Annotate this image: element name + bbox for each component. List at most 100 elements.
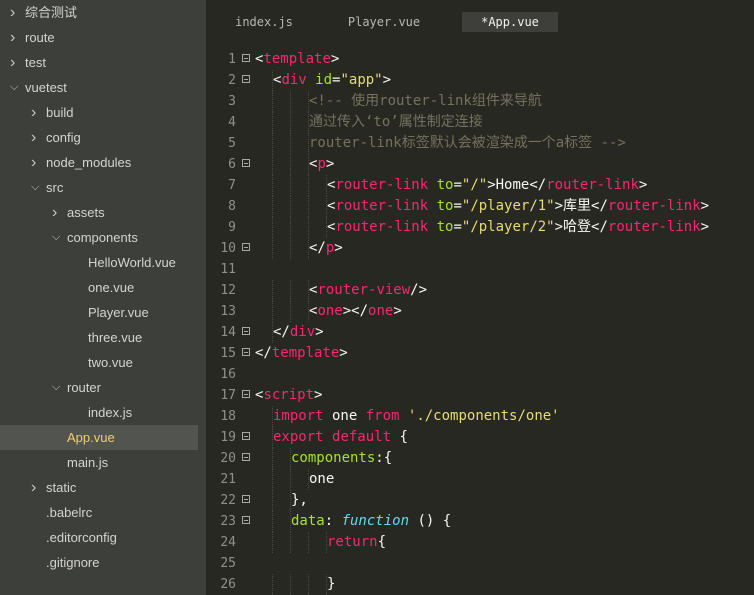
tree-file[interactable]: three.vue [0, 325, 198, 350]
code-line: 15 </template> [206, 343, 754, 364]
tree-folder[interactable]: › build [0, 100, 198, 125]
tree-file[interactable]: index.js [0, 400, 198, 425]
code-token: </ [591, 198, 608, 214]
line-number: 24 [220, 535, 236, 550]
chevron-right-icon[interactable]: › [31, 150, 41, 175]
indent-guide [290, 217, 291, 238]
tree-folder[interactable]: › node_modules [0, 150, 198, 175]
chevron-right-icon[interactable]: › [31, 475, 41, 500]
chevron-right-icon[interactable]: › [52, 200, 62, 225]
indent-guide [308, 196, 309, 217]
code-token: > [638, 177, 648, 193]
line-number: 12 [220, 283, 236, 298]
tab-appvue[interactable]: *App.vue [462, 12, 558, 32]
code-content: <router-view/> [309, 280, 427, 301]
fold-toggle-icon[interactable] [242, 159, 250, 167]
sidebar-scrollbar[interactable] [198, 0, 206, 595]
fold-toggle-icon[interactable] [242, 495, 250, 503]
code-token: () { [409, 513, 452, 529]
fold-toggle-icon[interactable] [242, 516, 250, 524]
code-token: id [315, 72, 333, 88]
fold-toggle-icon[interactable] [242, 453, 250, 461]
fold-toggle-icon[interactable] [242, 75, 250, 83]
code-editor[interactable]: 1 <template> 2 <div id="app"> 3 <!-- 使用router… [206, 40, 754, 595]
chevron-right-icon[interactable]: › [31, 100, 41, 125]
code-line: 11 [206, 259, 754, 280]
chevron-down-icon[interactable]: ⌵ [52, 375, 62, 400]
editor-window: › 综合测试 › route › test ⌵ vuetest › build › config › no… [0, 0, 754, 595]
indent-guide [290, 301, 291, 322]
tree-file[interactable]: .editorconfig [0, 525, 198, 550]
tab-indexjs[interactable]: index.js [222, 12, 306, 32]
tree-file[interactable]: two.vue [0, 350, 198, 375]
file-tree-sidebar: › 综合测试 › route › test ⌵ vuetest › build › config › no… [0, 0, 206, 595]
code-token: one [368, 303, 394, 319]
fold-toggle-icon[interactable] [242, 243, 250, 251]
tree-folder[interactable]: ⌵ vuetest [0, 75, 198, 100]
indent-guide [308, 574, 309, 595]
code-token: router-link [335, 198, 429, 214]
tree-folder[interactable]: ⌵ components [0, 225, 198, 250]
code-line: 22}, [206, 490, 754, 511]
chevron-down-icon[interactable]: ⌵ [10, 75, 20, 100]
tree-file[interactable]: one.vue [0, 275, 198, 300]
code-line: 5 router-link标签默认会被渲染成一个a标签 --> [206, 133, 754, 154]
chevron-right-icon[interactable]: › [10, 50, 20, 75]
indent-guide [272, 448, 273, 469]
code-line: 13 <one></one> [206, 301, 754, 322]
tree-file[interactable]: .babelrc [0, 500, 198, 525]
tree-folder[interactable]: › test [0, 50, 198, 75]
tree-folder[interactable]: ⌵ src [0, 175, 198, 200]
code-token: template [271, 345, 340, 361]
tree-folder[interactable]: › config [0, 125, 198, 150]
tree-item-label: index.js [88, 405, 133, 420]
tree-folder[interactable]: › 综合测试 [0, 0, 198, 25]
chevron-right-icon[interactable]: › [10, 0, 20, 25]
code-token: } [327, 576, 336, 592]
fold-toggle-icon[interactable] [242, 390, 250, 398]
chevron-right-icon[interactable]: › [10, 25, 20, 50]
code-line: 21 one [206, 469, 754, 490]
tree-item-label: .babelrc [46, 505, 93, 520]
tree-item-label: assets [67, 205, 105, 220]
code-token: { [391, 429, 408, 445]
code-token: = [453, 177, 462, 193]
line-number: 26 [220, 577, 236, 592]
code-content: <script> [255, 385, 322, 406]
tab-playervue[interactable]: Player.vue [336, 12, 432, 32]
indent-guide [290, 532, 291, 553]
code-token: </ [255, 345, 272, 361]
fold-toggle-icon[interactable] [242, 432, 250, 440]
fold-toggle-icon[interactable] [242, 54, 250, 62]
chevron-right-icon[interactable]: › [31, 125, 41, 150]
tree-file[interactable]: main.js [0, 450, 198, 475]
code-token: /> [410, 282, 428, 298]
indent-guide [308, 532, 309, 553]
line-number: 9 [228, 220, 236, 235]
tree-folder[interactable]: › route [0, 25, 198, 50]
code-token: to [436, 219, 454, 235]
fold-toggle-icon[interactable] [242, 327, 250, 335]
indent-guide [290, 112, 291, 133]
code-token: router-link [607, 198, 701, 214]
fold-toggle-icon[interactable] [242, 348, 250, 356]
tree-folder[interactable]: › static [0, 475, 198, 500]
code-token: > [325, 156, 335, 172]
tree-file[interactable]: .gitignore [0, 550, 198, 575]
line-number: 8 [228, 199, 236, 214]
code-token: export [273, 429, 324, 445]
tree-folder[interactable]: ⌵ router [0, 375, 198, 400]
tree-file[interactable]: HelloWorld.vue [0, 250, 198, 275]
indent-guide [290, 196, 291, 217]
indent-guide [290, 154, 291, 175]
chevron-down-icon[interactable]: ⌵ [31, 175, 41, 200]
tree-item-label: one.vue [88, 280, 135, 295]
code-content: <one></one> [309, 301, 402, 322]
code-content: </template> [255, 343, 348, 364]
tree-file[interactable]: Player.vue [0, 300, 198, 325]
code-token: </ [273, 324, 290, 340]
chevron-down-icon[interactable]: ⌵ [52, 225, 62, 250]
tree-file[interactable]: App.vue [0, 425, 198, 450]
tree-folder[interactable]: › assets [0, 200, 198, 225]
